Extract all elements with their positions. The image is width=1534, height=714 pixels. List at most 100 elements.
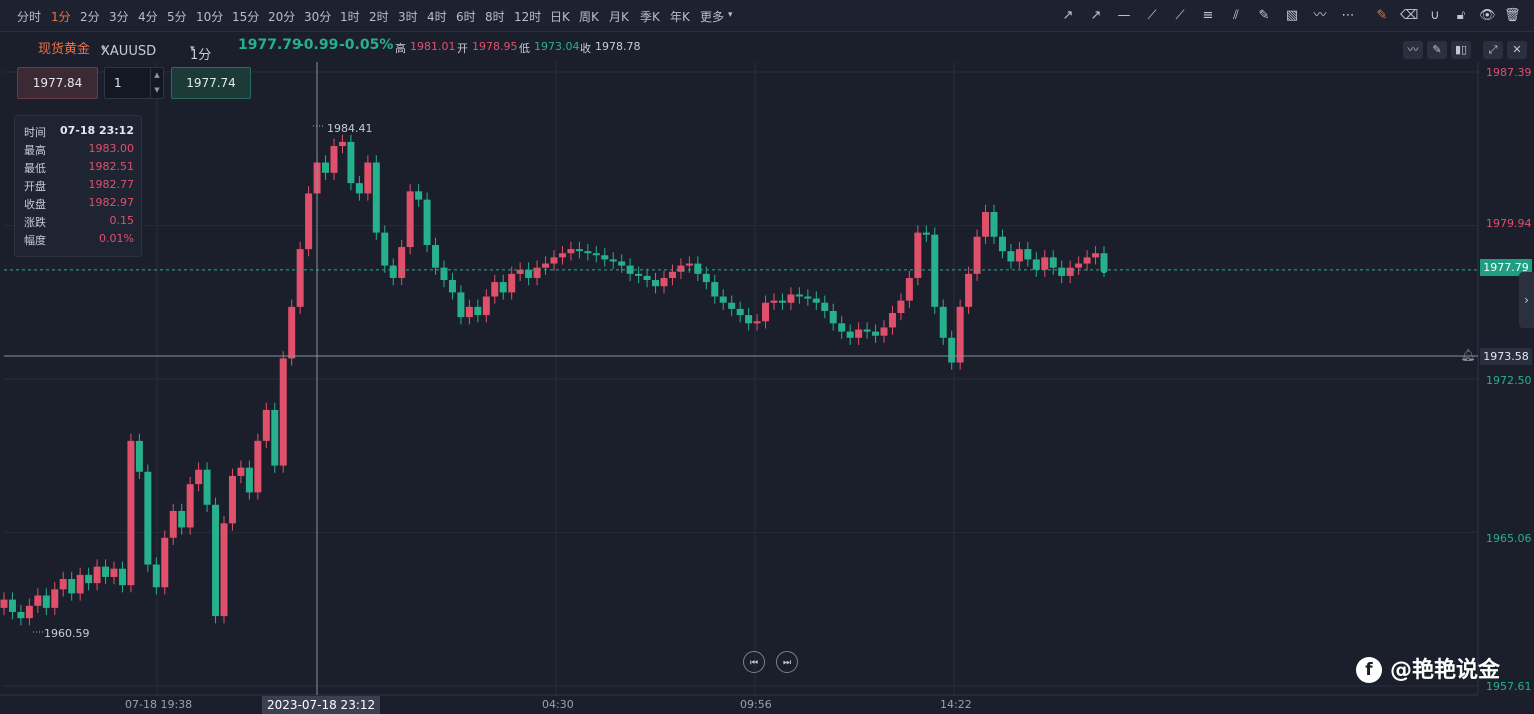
candle-body (8, 599, 16, 612)
candle-body (93, 566, 101, 584)
candle-body (432, 244, 440, 268)
timeframe-17[interactable]: 日K (550, 8, 570, 25)
timeframe-6[interactable]: 10分 (196, 8, 223, 25)
candle-body (880, 327, 888, 336)
tooltip-key: 幅度 (24, 234, 46, 247)
candle-body (212, 504, 220, 617)
timeframe-8[interactable]: 20分 (268, 8, 295, 25)
fullscreen-icon[interactable]: ⤢ (1483, 41, 1503, 59)
candle-body (237, 467, 245, 476)
last-price: 1977.79 (238, 37, 302, 53)
trend-line-icon[interactable]: ↗ (1060, 8, 1076, 24)
draw-edit-icon[interactable]: ✎ (1427, 41, 1447, 59)
close-icon[interactable]: ✕ (1507, 41, 1527, 59)
candle-body (542, 263, 550, 268)
buy-price-button[interactable]: 1977.74 (171, 67, 251, 99)
candle-body (305, 193, 313, 250)
candle-body (279, 358, 287, 466)
candle-body (965, 273, 973, 307)
tooltip-value: 0.01% (99, 232, 134, 245)
eye-icon[interactable]: 👁︎ (1479, 8, 1496, 24)
candle-body (364, 162, 372, 194)
chart-overlays (4, 62, 1478, 695)
open-value: 1978.95 (472, 40, 518, 53)
y-tick: 1979.94 (1486, 217, 1532, 230)
candle-body (745, 315, 753, 324)
indicator-icon[interactable]: 〰 (1403, 41, 1423, 59)
image-icon[interactable]: ▧ (1284, 8, 1300, 24)
candle-body (787, 294, 795, 303)
edit-icon[interactable]: ✎ (1374, 8, 1390, 24)
horizontal-line-icon[interactable]: — (1116, 8, 1132, 24)
timeframe-16[interactable]: 12时 (514, 8, 541, 25)
bell-icon[interactable]: 🔔︎ (1460, 348, 1476, 364)
sell-price-button[interactable]: 1977.84 (17, 67, 98, 99)
fan-icon[interactable]: ⫽ (1228, 8, 1244, 24)
candle-body (127, 440, 135, 586)
candle-body (584, 251, 592, 254)
pencil-line-icon[interactable]: ⟋ (1172, 8, 1188, 24)
timeframe-11[interactable]: 2时 (369, 8, 389, 25)
candle-body (990, 211, 998, 237)
candle-body (533, 267, 541, 278)
x-tick: 07-18 19:38 (125, 698, 193, 711)
lock-icon[interactable]: 🔓︎ (1453, 8, 1469, 24)
forward-button[interactable]: ⏭ (776, 651, 798, 673)
timeframe-12[interactable]: 3时 (398, 8, 418, 25)
symbol-code-text: XAUUSD (101, 44, 157, 59)
candle-body (59, 578, 67, 590)
symbol-name[interactable]: 现货黄金 (38, 38, 90, 57)
candle-body (220, 523, 228, 617)
brush-icon[interactable]: ✎ (1256, 8, 1272, 24)
more-dots-icon[interactable]: ⋯ (1340, 8, 1356, 24)
candle-body (685, 263, 693, 266)
timeframe-19[interactable]: 月K (609, 8, 629, 25)
candle-body (499, 282, 507, 293)
candle-body (601, 255, 609, 260)
candle-body (152, 564, 160, 588)
timeframe-7[interactable]: 15分 (232, 8, 259, 25)
stepper-arrows[interactable]: ▲ ▼ (150, 68, 163, 98)
timeframe-0[interactable]: 分时 (17, 8, 41, 25)
tooltip-key: 涨跌 (24, 216, 46, 229)
ray-icon[interactable]: ↗ (1088, 8, 1104, 24)
candle-body (203, 469, 211, 505)
candle-body (68, 578, 76, 594)
pattern-icon[interactable]: 〰 (1312, 8, 1328, 24)
magnet-icon[interactable]: ∪ (1427, 8, 1443, 24)
candle-body (973, 236, 981, 274)
candle-body (558, 253, 566, 258)
eraser-icon[interactable]: ⌫ (1400, 8, 1418, 24)
candle-body (1092, 253, 1100, 258)
timeframe-3[interactable]: 3分 (109, 8, 129, 25)
candle-body (635, 273, 643, 276)
trash-icon[interactable]: 🗑︎ (1504, 8, 1521, 24)
timeframe-18[interactable]: 周K (579, 8, 599, 25)
timeframe-10[interactable]: 1时 (340, 8, 360, 25)
timeframe-13[interactable]: 4时 (427, 8, 447, 25)
candle-type-icon[interactable]: ▮▯ (1451, 41, 1471, 59)
price-chart[interactable] (0, 0, 1534, 714)
top-toolbar: 分时 1分 2分 3分 4分 5分 10分 15分 20分 30分 1时 2时 3时 4时 6时 8时 12时日… (0, 0, 1534, 32)
timeframe-15[interactable]: 8时 (485, 8, 505, 25)
timeframe-22[interactable]: 更多 (700, 8, 724, 25)
side-panel-toggle[interactable]: › (1519, 272, 1534, 328)
candle-body (1075, 263, 1083, 268)
timeframe-14[interactable]: 6时 (456, 8, 476, 25)
timeframe-1[interactable]: 1分 (51, 8, 71, 25)
candle-body (643, 275, 651, 281)
timeframe-4[interactable]: 4分 (138, 8, 158, 25)
segment-icon[interactable]: ⟋ (1144, 8, 1160, 24)
candle-body (719, 296, 727, 303)
fibonacci-icon[interactable]: ≡ (1200, 8, 1216, 24)
rewind-button[interactable]: ⏮ (743, 651, 765, 673)
timeframe-20[interactable]: 季K (640, 8, 660, 25)
quantity-stepper[interactable]: 1 ▲ ▼ (104, 67, 164, 99)
candle-body (905, 277, 913, 301)
timeframe-5[interactable]: 5分 (167, 8, 187, 25)
close-value: 1978.78 (595, 40, 641, 53)
timeframe-21[interactable]: 年K (670, 8, 690, 25)
timeframe-2[interactable]: 2分 (80, 8, 100, 25)
timeframe-9[interactable]: 30分 (304, 8, 331, 25)
candle-body (652, 280, 660, 287)
